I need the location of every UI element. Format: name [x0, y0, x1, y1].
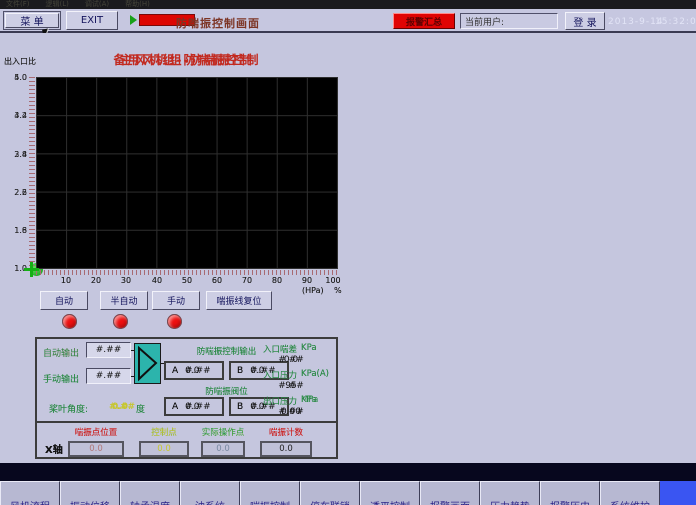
taskbar-alarm-screen[interactable]: 报警画面 — [420, 481, 480, 505]
time-display: 15:32:07 — [655, 17, 696, 27]
auto-output-value: #.## — [86, 342, 131, 358]
taskbar-surge-control[interactable]: 喘振控制 — [240, 481, 300, 505]
menu-item-help[interactable]: 帮助(H) — [125, 0, 150, 9]
play-icon — [130, 15, 137, 25]
y-tick: 2.2 — [8, 188, 27, 197]
bottom-taskbar: 风机流程 振动位移 轴承温度 油系统 喘振控制 停车联锁 透平控制 报警画面 压… — [0, 463, 696, 505]
y-axis-ruler — [29, 77, 35, 270]
control-point-value: 0.0 — [139, 441, 189, 457]
surge-point-label: 喘振点位置 — [59, 426, 133, 438]
taskbar-turbine-control[interactable]: 透平控制 — [360, 481, 420, 505]
blade-angle-value: #.## — [109, 402, 131, 412]
login-button[interactable]: 登 录 — [565, 12, 605, 30]
surge-point-value: 0.0 — [68, 441, 124, 457]
toolbar: 菜 单 EXIT 防喘振控制画面 报警汇总 当前用户: 登 录 2013-9-1… — [0, 9, 696, 33]
inlet-diff-label: 入口喘差 — [263, 343, 297, 355]
control-io-box: 自动输出 #.## 手动输出 #.## 防喘振控制输出 A#.## B#.## … — [35, 337, 338, 423]
screen-title: 防喘振控制画面 — [176, 15, 260, 31]
auto-mode-button[interactable]: 自动 — [40, 291, 88, 310]
x-tick: 50 — [177, 276, 197, 285]
outlet-pressure-label: 出口压力 — [263, 395, 297, 407]
inlet-pressure-value: #.## — [265, 381, 317, 391]
surge-line-reset-button[interactable]: 喘振线复位 — [206, 291, 272, 310]
inlet-pressure-label: 入口压力 — [263, 369, 297, 381]
surge-point-cell: 喘振点位置 0.0 — [59, 426, 133, 457]
blade-angle-label: 桨叶角度: — [49, 402, 88, 415]
x-unit-label: (HPa) — [302, 286, 324, 295]
menu-button-frame: 菜 单 — [3, 11, 61, 30]
inlet-diff-value: #.## — [265, 355, 317, 365]
taskbar-bearing-temp[interactable]: 轴承温度 — [120, 481, 180, 505]
inlet-pressure-unit: KPa(A) — [301, 369, 329, 379]
manual-mode-button[interactable]: 手动 — [152, 291, 200, 310]
operating-point-label: 实际操作点 — [195, 426, 251, 438]
y-tick: 3.4 — [8, 111, 27, 120]
operating-point-value: 0.0 — [201, 441, 245, 457]
menu-item-debug[interactable]: 调试(A) — [85, 0, 109, 9]
control-point-cell: 控制点 0.0 — [135, 426, 193, 457]
taskbar-button-row: 风机流程 振动位移 轴承温度 油系统 喘振控制 停车联锁 透平控制 报警画面 压… — [0, 481, 696, 505]
active-screen-indicator — [660, 481, 696, 505]
exit-button[interactable]: EXIT — [66, 11, 118, 30]
taskbar-alarm-history[interactable]: 报警历史 — [540, 481, 600, 505]
outlet-pressure-value: #.## — [265, 407, 317, 417]
control-output-a: A#.## — [164, 361, 224, 380]
auto-mode-lamp — [62, 314, 77, 329]
valve-position-a: A#.## — [164, 397, 224, 416]
operating-point-marker — [24, 262, 39, 277]
x-tick: 40 — [147, 276, 167, 285]
auto-output-label: 自动输出 — [43, 346, 79, 359]
selector-triangle-icon — [135, 344, 160, 383]
x-tick: 60 — [207, 276, 227, 285]
surge-count-cell: 喘振计数 0.0 — [253, 426, 319, 457]
semi-auto-mode-button[interactable]: 半自动 — [100, 291, 148, 310]
menu-bar: 文件(F) 逻辑(L) 调试(A) 帮助(H) — [0, 0, 696, 9]
y-tick: 2.8 — [8, 150, 27, 159]
surge-count-label: 喘振计数 — [253, 426, 319, 438]
menu-button[interactable]: 菜 单 — [5, 13, 59, 28]
y-tick: 1.6 — [8, 226, 27, 235]
manual-mode-lamp — [167, 314, 182, 329]
menu-item-logic[interactable]: 逻辑(L) — [46, 0, 69, 9]
manual-output-value: #.## — [86, 368, 131, 384]
x-tick: 10 — [56, 276, 76, 285]
y-tick: 4.0 — [8, 73, 27, 82]
x-tick: 20 — [86, 276, 106, 285]
anti-surge-control-screen: 文件(F) 逻辑(L) 调试(A) 帮助(H) 菜 单 EXIT 防喘振控制画面… — [0, 0, 696, 505]
menu-item-file[interactable]: 文件(F) — [6, 0, 30, 9]
x-tick: 30 — [116, 276, 136, 285]
taskbar-oil-system[interactable]: 油系统 — [180, 481, 240, 505]
inlet-diff-unit: KPa — [301, 343, 317, 353]
operating-point-cell: 实际操作点 0.0 — [195, 426, 251, 457]
backup-fan-panel: 出入口比 备用风机组-防喘振控制 4.0 3.4 2.8 2.2 1.6 1.0… — [0, 33, 348, 463]
taskbar-stop-interlock[interactable]: 停车联锁 — [300, 481, 360, 505]
taskbar-vibration[interactable]: 振动位移 — [60, 481, 120, 505]
selector-block — [134, 343, 161, 384]
manual-output-label: 手动输出 — [43, 372, 79, 385]
chart-title: 备用风机组-防喘振控制 — [36, 51, 338, 68]
x-unit-percent: % — [334, 286, 342, 295]
surge-count-value: 0.0 — [260, 441, 312, 457]
x-tick: 80 — [267, 276, 287, 285]
taskbar-fan-process[interactable]: 风机流程 — [0, 481, 60, 505]
x-tick: 90 — [297, 276, 317, 285]
y-axis-label: 出入口比 — [4, 56, 36, 67]
blade-angle-unit: 度 — [136, 402, 145, 415]
taskbar-system-maintenance[interactable]: 系统维护 — [600, 481, 660, 505]
surge-chart-plot — [36, 77, 338, 269]
main-area: 出入口比 主风机组-防喘振控制 5.0 4.2 3.4 2.6 1.8 1.0 … — [0, 33, 696, 463]
x-tick: 70 — [237, 276, 257, 285]
x-tick: 100 — [323, 276, 343, 285]
control-point-label: 控制点 — [135, 426, 193, 438]
outlet-pressure-unit: KPa — [301, 395, 317, 405]
x-axis-readout-box: X轴 喘振点位置 0.0 控制点 0.0 实际操作点 0.0 喘振计数 0.0 — [35, 421, 338, 459]
alarm-summary-button[interactable]: 报警汇总 — [393, 13, 455, 29]
taskbar-pressure-trend[interactable]: 压力趋势 — [480, 481, 540, 505]
current-user-field[interactable]: 当前用户: — [460, 13, 558, 29]
semi-auto-mode-lamp — [113, 314, 128, 329]
x-axis-ruler — [36, 270, 338, 275]
